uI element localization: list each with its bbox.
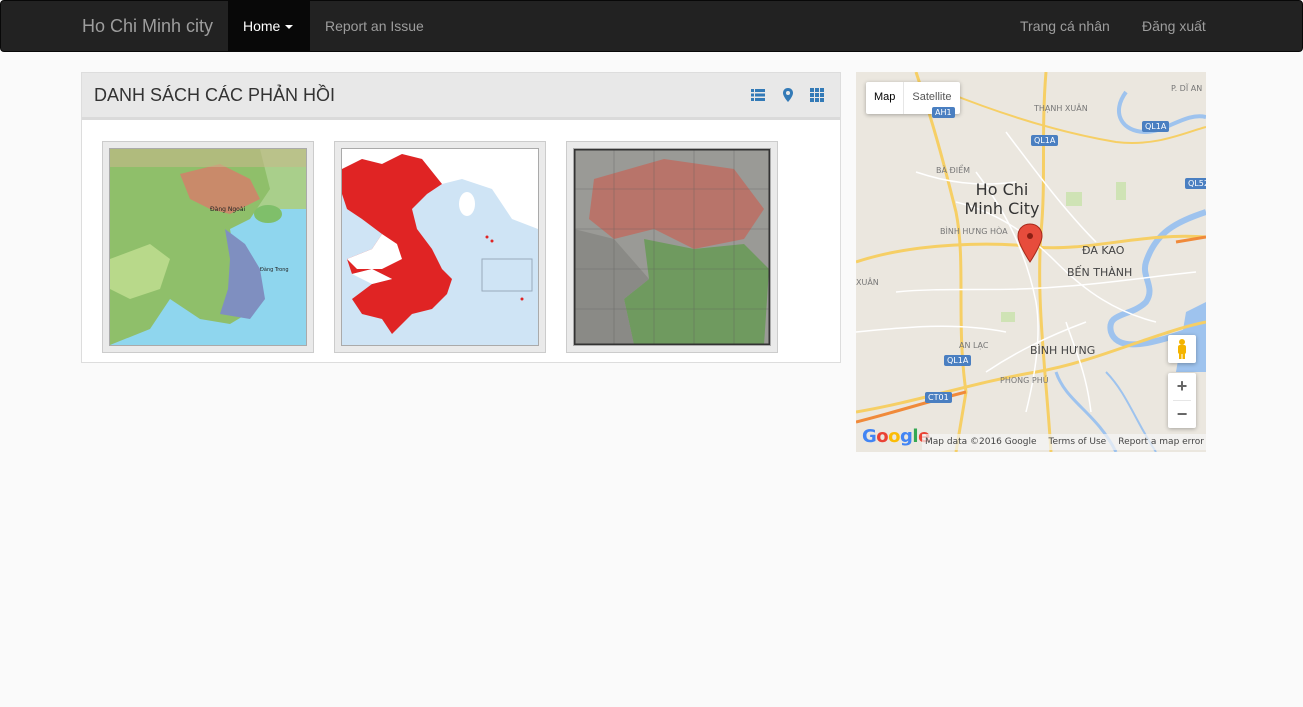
home-label: Home bbox=[243, 18, 281, 34]
grid-view-button[interactable] bbox=[803, 81, 831, 109]
road-shield-ql1a: QL1A bbox=[944, 355, 972, 366]
district-label-phong-phu: PHONG PHÚ bbox=[1000, 376, 1049, 385]
terms-of-use-link[interactable]: Terms of Use bbox=[1049, 437, 1107, 450]
district-label-binh-hung: BÌNH HƯNG bbox=[1030, 344, 1096, 357]
panel-title: DANH SÁCH CÁC PHẢN HỒI bbox=[94, 85, 336, 105]
profile-link[interactable]: Trang cá nhân bbox=[1020, 18, 1110, 34]
district-label-binh-hung-hoa: BÌNH HƯNG HÒA bbox=[940, 227, 1008, 236]
home-dropdown[interactable]: Home bbox=[228, 1, 310, 52]
google-logo: Google bbox=[862, 426, 930, 447]
vietnam-old-photo-map-image bbox=[573, 148, 771, 346]
vietnam-historical-map-image: Đàng Ngoài Đàng Trong bbox=[109, 148, 307, 346]
caret-down-icon bbox=[285, 25, 294, 30]
map-view-button[interactable] bbox=[774, 81, 802, 109]
report-map-error-link[interactable]: Report a map error bbox=[1118, 437, 1204, 450]
road-shield-ah1: AH1 bbox=[932, 107, 955, 118]
district-label-p-di-an: P. DĨ AN bbox=[1171, 84, 1203, 93]
road-shield-ct01: CT01 bbox=[925, 392, 952, 403]
list-view-icon bbox=[751, 89, 765, 101]
district-label-ben-thanh: BẾN THÀNH bbox=[1067, 266, 1133, 279]
road-shield-ql1a: QL1A bbox=[1142, 121, 1170, 132]
road-shield-ql1a: QL1A bbox=[1031, 135, 1059, 146]
feedback-thumbnail-3[interactable] bbox=[566, 141, 778, 353]
city-label: Ho Chi Minh City bbox=[964, 180, 1040, 218]
google-map[interactable]: Map Satellite Ho Chi Minh City THẠNH XUÂ… bbox=[856, 72, 1206, 452]
grid-view-icon bbox=[810, 88, 824, 102]
street-view-pegman-button[interactable] bbox=[1168, 335, 1196, 363]
zoom-control: + − bbox=[1168, 373, 1196, 428]
vietnam-red-map-image bbox=[341, 148, 539, 346]
map-attribution-bar: Map data ©2016 Google Terms of Use Repor… bbox=[922, 434, 1206, 450]
map-type-map-button[interactable]: Map bbox=[866, 82, 905, 114]
feedback-panel: DANH SÁCH CÁC PHẢN HỒI Đàng Ngoài Đàng T… bbox=[81, 72, 841, 363]
district-label-xuan: XUÂN bbox=[856, 278, 879, 287]
district-label-da-kao: ĐA KAO bbox=[1082, 244, 1125, 257]
map-data-attribution: Map data ©2016 Google bbox=[925, 437, 1037, 447]
zoom-in-button[interactable]: + bbox=[1168, 373, 1196, 400]
thumbnail-label-dang-ngoai: Đàng Ngoài bbox=[210, 206, 245, 213]
district-label-ba-diem: BÀ ĐIỂM bbox=[936, 166, 971, 175]
district-label-thanh-xuan: THẠNH XUÂN bbox=[1034, 104, 1088, 113]
list-view-button[interactable] bbox=[744, 81, 772, 109]
zoom-out-button[interactable]: − bbox=[1168, 401, 1196, 428]
thumbnail-label-dang-trong: Đàng Trong bbox=[260, 266, 289, 273]
brand-link[interactable]: Ho Chi Minh city bbox=[82, 16, 213, 37]
map-pin-icon bbox=[783, 88, 793, 102]
report-issue-link[interactable]: Report an Issue bbox=[325, 18, 424, 34]
pegman-icon bbox=[1178, 339, 1186, 359]
feedback-thumbnail-1[interactable]: Đàng Ngoài Đàng Trong bbox=[102, 141, 314, 353]
feedback-thumbnail-2[interactable] bbox=[334, 141, 546, 353]
panel-heading: DANH SÁCH CÁC PHẢN HỒI bbox=[82, 73, 840, 120]
top-navbar: Ho Chi Minh city Home Report an Issue Tr… bbox=[0, 0, 1303, 52]
road-shield-ql52: QL52 bbox=[1185, 178, 1206, 189]
district-label-an-lac: AN LẠC bbox=[959, 341, 989, 350]
logout-link[interactable]: Đăng xuất bbox=[1142, 18, 1206, 34]
